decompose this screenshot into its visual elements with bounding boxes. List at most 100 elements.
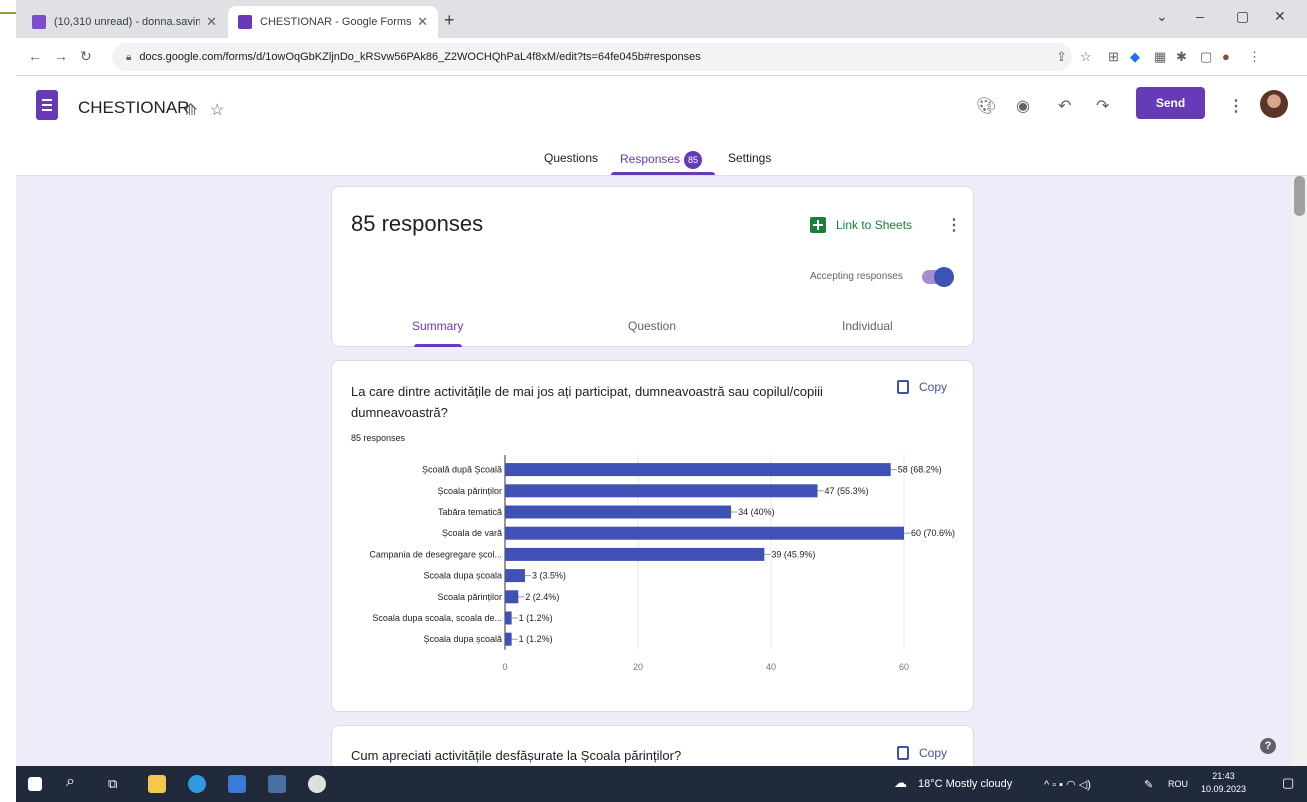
extension-diamond-icon[interactable]: ◆ (1130, 49, 1140, 65)
tab-summary[interactable]: Summary (412, 319, 463, 333)
forward-icon[interactable]: → (54, 48, 68, 64)
forms-icon (238, 15, 252, 29)
responses-count-badge: 85 (684, 151, 703, 169)
pen-icon[interactable]: ✎ (1144, 778, 1153, 791)
edge-icon[interactable] (188, 775, 206, 793)
profile-icon[interactable]: ● (1222, 49, 1230, 64)
reload-icon[interactable]: ↻ (80, 48, 92, 65)
data-label: 39 (45.9%) (771, 549, 815, 559)
bar (505, 590, 519, 604)
mail-icon[interactable] (228, 775, 246, 793)
data-label: 3 (3.5%) (532, 571, 566, 581)
accepting-responses-label: Accepting responses (810, 271, 903, 282)
redo-icon[interactable]: ↷ (1096, 96, 1109, 116)
question-summary-card: La care dintre activitățile de mai jos a… (331, 360, 974, 712)
scroll-thumb[interactable] (1294, 176, 1305, 216)
help-icon[interactable]: ? (1260, 738, 1276, 754)
copy-icon (897, 380, 909, 394)
task-view-icon[interactable]: ⧉ (108, 776, 117, 792)
share-icon[interactable]: ⇪ (1056, 49, 1067, 65)
forms-logo-icon[interactable] (36, 90, 58, 120)
active-subtab-indicator (414, 344, 462, 347)
copy-chart-button[interactable]: Copy (897, 380, 947, 394)
data-label: 1 (1.2%) (519, 634, 553, 644)
accepting-responses-toggle[interactable] (922, 267, 954, 287)
bar (505, 526, 904, 540)
link-to-sheets-label: Link to Sheets (836, 218, 913, 232)
question2-title: Cum apreciati activitățile desfășurate l… (351, 748, 682, 763)
date: 10.09.2023 (1201, 784, 1247, 794)
search-icon[interactable]: ⌕ (66, 773, 75, 791)
close-window-icon[interactable]: ✕ (1274, 8, 1286, 25)
back-icon[interactable]: ← (28, 48, 42, 64)
tab-gmail[interactable]: (10,310 unread) - donna.savin@y ✕ (22, 6, 227, 38)
tab-search-icon[interactable]: ⌄ (1156, 8, 1168, 25)
bookmark-star-icon[interactable]: ☆ (1080, 49, 1092, 65)
weather-icon: ☁ (894, 775, 907, 790)
left-gutter (0, 0, 16, 802)
language-indicator[interactable]: ROU (1168, 779, 1188, 789)
category-label: Scoala dupa scoala, scoala de... (372, 613, 502, 623)
tab-responses-label: Responses (620, 152, 681, 167)
tab-questions[interactable]: Questions (544, 151, 598, 165)
question2-card: Cum apreciati activitățile desfășurate l… (331, 725, 974, 766)
form-tabs: Questions Responses 85 Settings (16, 146, 1307, 176)
extension-tiles-icon[interactable]: ▦ (1154, 49, 1166, 65)
data-label: 58 (68.2%) (898, 465, 942, 475)
copy-label: Copy (919, 380, 948, 394)
category-label: Scoala dupa școala (423, 571, 502, 581)
gutter-accent (0, 12, 16, 14)
copy-chart-button[interactable]: Copy (897, 746, 947, 760)
send-button[interactable]: Send (1136, 87, 1205, 119)
more-options-icon[interactable]: ⋮ (1228, 96, 1244, 116)
close-tab-icon[interactable]: ✕ (417, 14, 428, 30)
tab-individual[interactable]: Individual (842, 319, 893, 333)
new-tab-button[interactable]: + (444, 10, 455, 31)
category-label: Școala dupa școală (423, 634, 502, 644)
minimize-icon[interactable]: – (1196, 8, 1204, 24)
more-options-icon[interactable]: ⋮ (946, 215, 962, 235)
link-to-sheets-button[interactable]: Link to Sheets (810, 217, 912, 233)
star-icon[interactable]: ☆ (210, 100, 224, 120)
category-label: Campania de desegregare școl... (369, 549, 502, 559)
url-text: docs.google.com/forms/d/1owOqGbKZljnDo_k… (139, 51, 701, 63)
windows-start-icon[interactable] (28, 777, 42, 791)
responses-title: 85 responses (351, 211, 484, 236)
store-icon[interactable] (268, 775, 286, 793)
browser-menu-icon[interactable]: ⋮ (1248, 49, 1261, 65)
question-title: La care dintre activitățile de mai jos a… (351, 384, 823, 420)
extension-grid-icon[interactable]: ⊞ (1108, 49, 1119, 65)
active-tab-indicator (611, 172, 715, 175)
data-label: 1 (1.2%) (519, 613, 553, 623)
url-field[interactable]: 🔒︎ docs.google.com/forms/d/1owOqGbKZljnD… (112, 43, 1072, 71)
tab-question[interactable]: Question (628, 319, 676, 333)
x-tick-label: 20 (633, 662, 643, 672)
bar (505, 547, 765, 561)
system-tray-icons[interactable]: ^ ▫ ▪ ◠ ◁) (1044, 778, 1091, 791)
move-to-folder-icon[interactable]: ⟰ (184, 100, 197, 120)
extensions-puzzle-icon[interactable]: ✱ (1176, 49, 1187, 65)
windows-taskbar: ⌕ ⧉ ☁ 18°C Mostly cloudy ^ ▫ ▪ ◠ ◁) ✎ RO… (16, 766, 1307, 802)
clock[interactable]: 21:43 10.09.2023 (1201, 770, 1246, 796)
weather-text[interactable]: 18°C Mostly cloudy (918, 778, 1012, 790)
page-scrollbar[interactable] (1292, 176, 1307, 766)
tab-settings[interactable]: Settings (728, 151, 771, 165)
form-title[interactable]: CHESTIONAR (78, 98, 189, 118)
notifications-icon[interactable]: ▢ (1282, 775, 1294, 791)
bar (505, 484, 818, 498)
maximize-icon[interactable]: ▢ (1236, 8, 1249, 25)
chrome-icon[interactable] (308, 775, 326, 793)
tab-forms[interactable]: CHESTIONAR - Google Forms ✕ (228, 6, 438, 38)
palette-icon[interactable]: 🎨︎ (976, 96, 996, 116)
close-tab-icon[interactable]: ✕ (206, 14, 217, 30)
preview-eye-icon[interactable]: ◉ (1016, 96, 1030, 116)
tab-responses[interactable]: Responses 85 (620, 151, 703, 169)
file-explorer-icon[interactable] (148, 775, 166, 793)
category-label: Școală după Școală (422, 465, 502, 475)
avatar[interactable] (1260, 90, 1288, 118)
side-panel-icon[interactable]: ▢ (1200, 49, 1212, 65)
data-label: 34 (40%) (738, 507, 775, 517)
address-bar-row: ← → ↻ 🔒︎ docs.google.com/forms/d/1owOqGb… (16, 38, 1307, 76)
undo-icon[interactable]: ↶ (1058, 96, 1071, 116)
responses-content: 85 responses Link to Sheets ⋮ Accepting … (16, 176, 1307, 766)
